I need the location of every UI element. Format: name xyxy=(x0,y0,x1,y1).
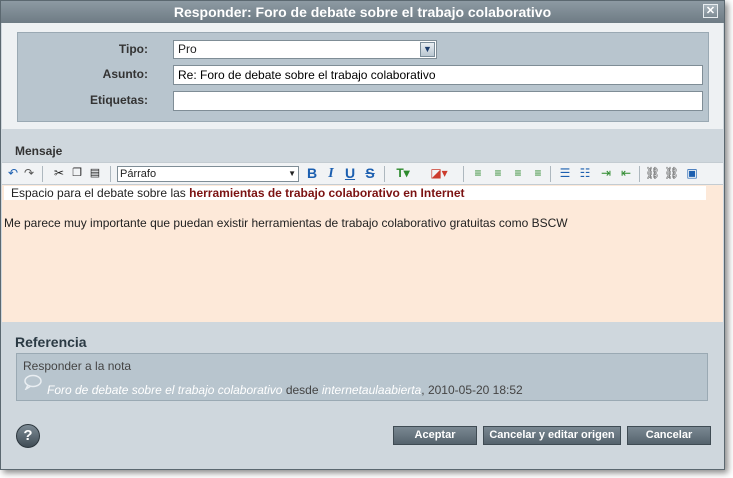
asunto-input[interactable] xyxy=(173,65,703,85)
paragraph-format-value: Párrafo xyxy=(120,168,157,180)
etiquetas-input[interactable] xyxy=(173,91,703,111)
toolbar-separator xyxy=(384,166,385,182)
toolbar-separator xyxy=(639,166,640,182)
aceptar-button[interactable]: Aceptar xyxy=(393,426,477,445)
message-editor[interactable]: Espacio para el debate sobre las herrami… xyxy=(2,185,723,322)
cancelar-editar-origen-button[interactable]: Cancelar y editar origen xyxy=(483,426,621,445)
toolbar-separator xyxy=(110,166,111,182)
comment-bubble-icon xyxy=(24,374,42,390)
outdent-icon[interactable]: ⇤ xyxy=(619,166,633,181)
align-left-icon[interactable]: ≡ xyxy=(471,166,485,181)
italic-icon[interactable]: I xyxy=(324,166,338,181)
undo-icon[interactable]: ↶ xyxy=(6,166,20,181)
toolbar-separator xyxy=(42,166,43,182)
help-button[interactable]: ? xyxy=(16,424,40,448)
tipo-label: Tipo: xyxy=(118,42,148,56)
tipo-select[interactable]: Pro ▼ xyxy=(173,40,437,59)
cancelar-button[interactable]: Cancelar xyxy=(627,426,711,445)
dialog-title: Responder: Foro de debate sobre el traba… xyxy=(173,4,552,20)
redo-icon[interactable]: ↷ xyxy=(22,166,36,181)
close-button[interactable]: ✕ xyxy=(703,4,718,18)
bold-icon[interactable]: B xyxy=(305,166,319,181)
align-right-icon[interactable]: ≡ xyxy=(511,166,525,181)
indent-icon[interactable]: ⇥ xyxy=(599,166,613,181)
paste-icon[interactable]: ▤ xyxy=(88,166,102,181)
toolbar-separator xyxy=(550,166,551,182)
chevron-down-icon: ▼ xyxy=(288,169,296,178)
unlink-icon[interactable]: ⛓ xyxy=(664,166,679,181)
dialog-titlebar: Responder: Foro de debate sobre el traba… xyxy=(1,1,724,23)
toolbar-separator xyxy=(463,166,464,182)
bullet-list-icon[interactable]: ☷ xyxy=(578,166,592,181)
editor-first-line: Espacio para el debate sobre las herrami… xyxy=(4,186,706,200)
copy-icon[interactable]: ❐ xyxy=(70,166,84,181)
reply-dialog: Responder: Foro de debate sobre el traba… xyxy=(0,0,725,470)
referencia-title: Referencia xyxy=(15,334,87,350)
editor-second-line: Me parece muy importante que puedan exis… xyxy=(4,216,568,230)
referencia-subtitle: Responder a la nota xyxy=(23,359,132,373)
origin-link[interactable]: internetaulaabierta xyxy=(322,383,421,397)
justify-icon[interactable]: ≡ xyxy=(531,166,545,181)
fields-panel: Tipo: Pro ▼ Asunto: Etiquetas: xyxy=(17,32,709,122)
close-icon: ✕ xyxy=(705,5,716,17)
editor-line1-text: Espacio para el debate sobre las xyxy=(11,186,190,200)
header-fields-area: Tipo: Pro ▼ Asunto: Etiquetas: xyxy=(2,23,723,129)
etiquetas-label: Etiquetas: xyxy=(89,93,148,107)
chevron-down-icon[interactable]: ▼ xyxy=(420,42,435,57)
tipo-value: Pro xyxy=(178,42,197,56)
dialog-footer: ? Aceptar Cancelar y editar origen Cance… xyxy=(2,406,723,469)
note-link[interactable]: Foro de debate sobre el trabajo colabora… xyxy=(47,383,282,397)
link-icon[interactable]: ⛓ xyxy=(645,166,660,181)
referencia-line: Foro de debate sobre el trabajo colabora… xyxy=(47,383,523,397)
underline-icon[interactable]: U xyxy=(343,166,357,181)
help-icon: ? xyxy=(23,427,33,444)
asunto-label: Asunto: xyxy=(102,67,148,81)
highlight-color-icon[interactable]: ◪▾ xyxy=(426,166,452,181)
text-color-icon[interactable]: T▾ xyxy=(392,166,414,181)
referencia-panel: Responder a la nota Foro de debate sobre… xyxy=(16,353,708,401)
image-icon[interactable]: ▣ xyxy=(685,166,699,181)
mensaje-label: Mensaje xyxy=(15,144,63,158)
editor-toolbar: ↶ ↷ ✂ ❐ ▤ Párrafo ▼ B I U S T▾ ◪▾ ≡ ≡ ≡ … xyxy=(2,162,723,185)
desde-text: desde xyxy=(285,383,319,397)
cut-icon[interactable]: ✂ xyxy=(52,166,66,181)
align-center-icon[interactable]: ≡ xyxy=(491,166,505,181)
strikethrough-icon[interactable]: S xyxy=(363,166,377,181)
numbered-list-icon[interactable]: ☰ xyxy=(558,166,572,181)
editor-line1-highlight: herramientas de trabajo colaborativo en … xyxy=(189,186,465,200)
note-date: , 2010-05-20 18:52 xyxy=(421,383,523,397)
paragraph-format-select[interactable]: Párrafo ▼ xyxy=(117,166,299,182)
